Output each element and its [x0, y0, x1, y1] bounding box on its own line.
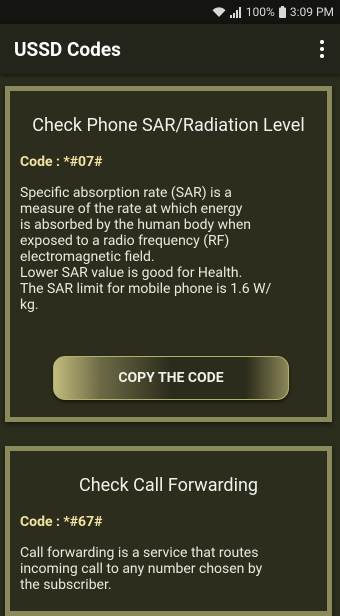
ussd-card-sar: Check Phone SAR/Radiation Level Code : *… [5, 86, 332, 422]
card-description: Specific absorption rate (SAR) is a meas… [20, 185, 317, 313]
description-line: measure of the rate at which energy [20, 201, 243, 217]
description-line: exposed to a radio frequency (RF) [20, 233, 230, 249]
card-description: Call forwarding is a service that routes… [20, 545, 317, 593]
app-title: USSD Codes [14, 38, 121, 61]
ussd-card-call-forwarding: Check Call Forwarding Code : *#67# Call … [5, 446, 332, 616]
card-body: Check Call Forwarding Code : *#67# Call … [10, 451, 327, 611]
copy-code-button[interactable]: COPY THE CODE [53, 356, 289, 400]
description-line: the subscriber. [20, 577, 112, 593]
description-line: electromagnetic field. [20, 249, 155, 265]
signal-icon [229, 6, 241, 18]
description-line: Lower SAR value is good for Health. [20, 265, 243, 281]
status-bar: 100% 3:09 PM [0, 0, 340, 24]
card-title: Check Call Forwarding [78, 475, 258, 496]
description-line: Specific absorption rate (SAR) is a [20, 185, 232, 201]
description-line: incoming call to any number chosen by [20, 561, 263, 577]
description-line: The SAR limit for mobile phone is 1.6 W/ [20, 281, 272, 297]
description-line: kg. [20, 297, 39, 313]
battery-icon [278, 6, 286, 18]
card-title: Check Phone SAR/Radiation Level [32, 115, 305, 136]
wifi-icon [212, 6, 226, 17]
overflow-menu-icon[interactable] [314, 37, 330, 61]
status-bar-indicators: 100% 3:09 PM [212, 5, 334, 19]
description-line: is absorbed by the human body when [20, 217, 252, 233]
description-line: Call forwarding is a service that routes [20, 545, 259, 561]
app-bar: USSD Codes [0, 24, 340, 74]
status-time: 3:09 PM [289, 5, 334, 19]
card-code[interactable]: Code : *#67# [20, 514, 102, 530]
card-code[interactable]: Code : *#07# [20, 154, 102, 170]
card-body: Check Phone SAR/Radiation Level Code : *… [10, 91, 327, 417]
battery-percentage: 100% [245, 5, 275, 19]
